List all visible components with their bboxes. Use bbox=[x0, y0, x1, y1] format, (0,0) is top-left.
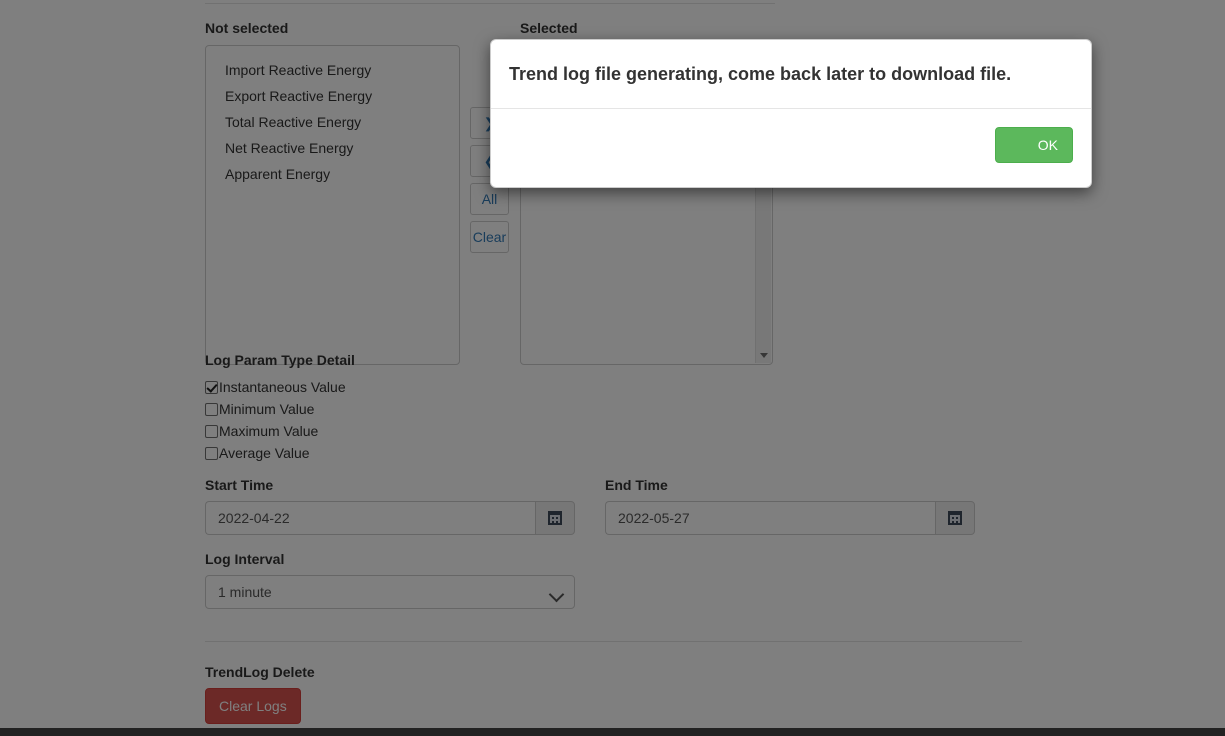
page-footer-bar bbox=[0, 728, 1225, 736]
modal-body bbox=[491, 108, 1091, 127]
trend-log-modal: Trend log file generating, come back lat… bbox=[490, 39, 1092, 189]
modal-footer: OK bbox=[491, 127, 1091, 187]
modal-header: Trend log file generating, come back lat… bbox=[491, 40, 1091, 108]
modal-message: Trend log file generating, come back lat… bbox=[509, 64, 1012, 84]
modal-ok-button[interactable]: OK bbox=[995, 127, 1073, 164]
